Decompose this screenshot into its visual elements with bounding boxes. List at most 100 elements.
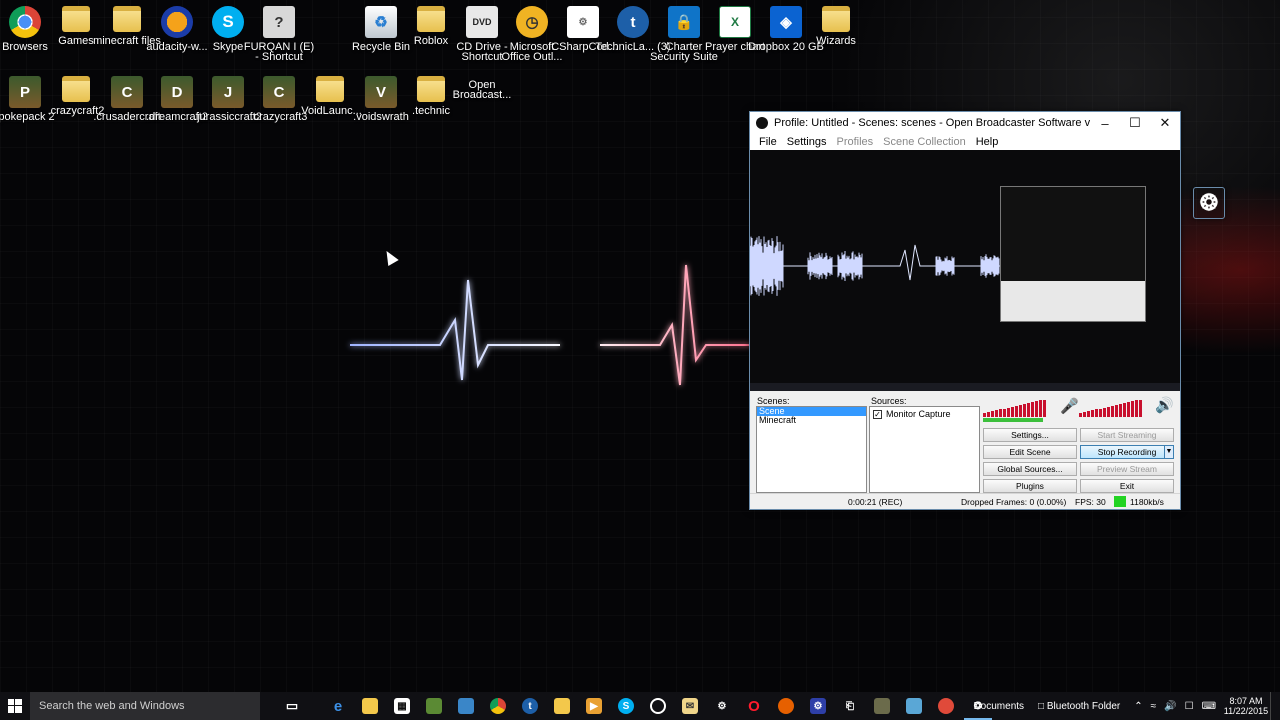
menu-scene-collection[interactable]: Scene Collection xyxy=(883,136,966,148)
source-label: Monitor Capture xyxy=(886,409,951,419)
source-item[interactable]: ✓ Monitor Capture xyxy=(870,407,979,421)
chevron-up-icon[interactable]: ⌃ xyxy=(1134,701,1142,712)
store-icon[interactable]: ▦ xyxy=(386,692,418,720)
settings-button[interactable]: Settings... xyxy=(983,428,1077,442)
meter-segment xyxy=(1039,400,1042,417)
minecraft-game-icon[interactable] xyxy=(866,692,898,720)
desktop-icon[interactable]: ? FURQAN I (E) - Shortcut xyxy=(241,6,317,63)
minimize-icon[interactable]: – xyxy=(1090,116,1120,131)
meter-segment xyxy=(1015,405,1018,417)
clock[interactable]: 8:07 AM 11/22/2015 xyxy=(1222,696,1270,716)
minecraft-icon[interactable] xyxy=(418,692,450,720)
meter-segment xyxy=(1091,410,1094,417)
folder-icon xyxy=(822,6,850,32)
taskbar-search-input[interactable]: Search the web and Windows xyxy=(30,692,260,720)
bluetooth-folder-label: Bluetooth Folder xyxy=(1046,700,1121,712)
menu-help[interactable]: Help xyxy=(976,136,999,148)
taskbar: Search the web and Windows ▭ e ▦ t ▶ S ✉… xyxy=(0,692,1280,720)
keyboard-icon[interactable]: ⌨ xyxy=(1202,701,1216,712)
meter-segment xyxy=(1107,406,1110,417)
folder-icon xyxy=(62,6,90,32)
obs-titlebar[interactable]: Profile: Untitled - Scenes: scenes - Ope… xyxy=(750,112,1180,134)
obs-preview xyxy=(750,150,1180,391)
plugins-button[interactable]: Plugins xyxy=(983,479,1077,493)
status-indicator xyxy=(1114,496,1126,507)
waveform-wallpaper xyxy=(0,181,760,509)
chrome-icon xyxy=(9,6,41,38)
preview-nested-capture xyxy=(1000,186,1146,322)
app-window-icon[interactable] xyxy=(450,692,482,720)
skype-icon[interactable]: S xyxy=(610,692,642,720)
scenes-label: Scenes: xyxy=(757,396,790,406)
menu-settings[interactable]: Settings xyxy=(787,136,827,148)
meter-segment xyxy=(995,410,998,417)
speaker-icon[interactable]: 🔊 xyxy=(1155,396,1174,414)
media-player-icon[interactable]: ▶ xyxy=(578,692,610,720)
meter-segment xyxy=(1087,411,1090,417)
firefox-icon[interactable] xyxy=(770,692,802,720)
exit-button[interactable]: Exit xyxy=(1080,479,1174,493)
edge-icon[interactable]: e xyxy=(322,692,354,720)
email-icon[interactable]: ✉ xyxy=(674,692,706,720)
show-desktop-button[interactable] xyxy=(1270,692,1280,720)
meter-segment xyxy=(1139,399,1142,417)
microphone-icon[interactable]: 🎤 xyxy=(1060,397,1079,415)
mic-volume-meter[interactable] xyxy=(983,399,1046,417)
desktop-icon-label: FURQAN I (E) - Shortcut xyxy=(243,41,315,63)
meter-segment xyxy=(1079,413,1082,417)
meter-segment xyxy=(1003,408,1006,417)
global-sources-button[interactable]: Global Sources... xyxy=(983,462,1077,476)
modpack-icon: J xyxy=(212,76,244,108)
desktop-volume-meter[interactable] xyxy=(1079,399,1142,417)
maximize-icon[interactable]: ☐ xyxy=(1120,115,1150,131)
obs-window[interactable]: Profile: Untitled - Scenes: scenes - Ope… xyxy=(749,111,1181,510)
menu-file[interactable]: File xyxy=(759,136,777,148)
stop-recording-button[interactable]: Stop Recording ▼ xyxy=(1080,445,1174,459)
folder-icon[interactable] xyxy=(546,692,578,720)
documents-toolbar[interactable]: Documents xyxy=(973,701,1024,712)
task-view-icon[interactable]: ▭ xyxy=(276,692,308,720)
sources-list[interactable]: ✓ Monitor Capture xyxy=(869,406,980,493)
obs-app-icon xyxy=(756,117,768,129)
sources-label: Sources: xyxy=(871,396,907,406)
obs-icon: ❂ xyxy=(1193,187,1225,219)
network-icon[interactable]: ⎗ xyxy=(834,692,866,720)
wifi-icon[interactable]: ≈ xyxy=(1151,701,1157,712)
modpack-icon: P xyxy=(9,76,41,108)
source-checkbox[interactable]: ✓ xyxy=(873,409,882,419)
modpack-icon: C xyxy=(263,76,295,108)
settings-icon[interactable]: ⚙ xyxy=(706,692,738,720)
bluetooth-folder-toolbar[interactable]: □ Bluetooth Folder xyxy=(1038,701,1120,712)
meter-segment xyxy=(999,409,1002,417)
control-panel-icon[interactable]: ⚙ xyxy=(802,692,834,720)
meter-segment xyxy=(1035,401,1038,417)
desktop-icon[interactable]: Wizards xyxy=(798,6,874,47)
meter-segment xyxy=(1083,412,1086,417)
meter-segment xyxy=(1127,402,1130,417)
menu-profiles[interactable]: Profiles xyxy=(836,136,873,148)
volume-icon[interactable]: 🔊 xyxy=(1164,701,1176,712)
maps-icon[interactable] xyxy=(930,692,962,720)
technic-launcher-icon[interactable]: t xyxy=(514,692,546,720)
meter-segment xyxy=(1027,403,1030,417)
file-explorer-icon[interactable] xyxy=(354,692,386,720)
edit-scene-button[interactable]: Edit Scene xyxy=(983,445,1077,459)
scenes-list[interactable]: Scene Minecraft xyxy=(756,406,867,493)
chevron-down-icon[interactable]: ▼ xyxy=(1164,445,1174,459)
stop-recording-label: Stop Recording xyxy=(1097,447,1157,457)
meter-segment xyxy=(1023,404,1026,417)
chrome-icon[interactable] xyxy=(482,692,514,720)
close-icon[interactable]: ✕ xyxy=(1150,115,1180,131)
opera-icon[interactable]: O xyxy=(738,692,770,720)
steam-icon[interactable] xyxy=(642,692,674,720)
technic-launcher-icon: t xyxy=(617,6,649,38)
preview-taskbar xyxy=(750,383,1180,391)
windows-start-icon[interactable] xyxy=(0,692,30,720)
start-streaming-button[interactable]: Start Streaming xyxy=(1080,428,1174,442)
tray: Documents □ Bluetooth Folder ⌃ ≈ 🔊 ☐ ⌨ 8… xyxy=(973,692,1280,720)
preview-stream-button[interactable]: Preview Stream xyxy=(1080,462,1174,476)
image-viewer-icon[interactable] xyxy=(898,692,930,720)
action-center-icon[interactable]: ☐ xyxy=(1185,701,1194,712)
scene-item[interactable]: Minecraft xyxy=(757,416,866,425)
desktop-icon[interactable]: ❂ Open Broadcast... xyxy=(444,76,1225,219)
